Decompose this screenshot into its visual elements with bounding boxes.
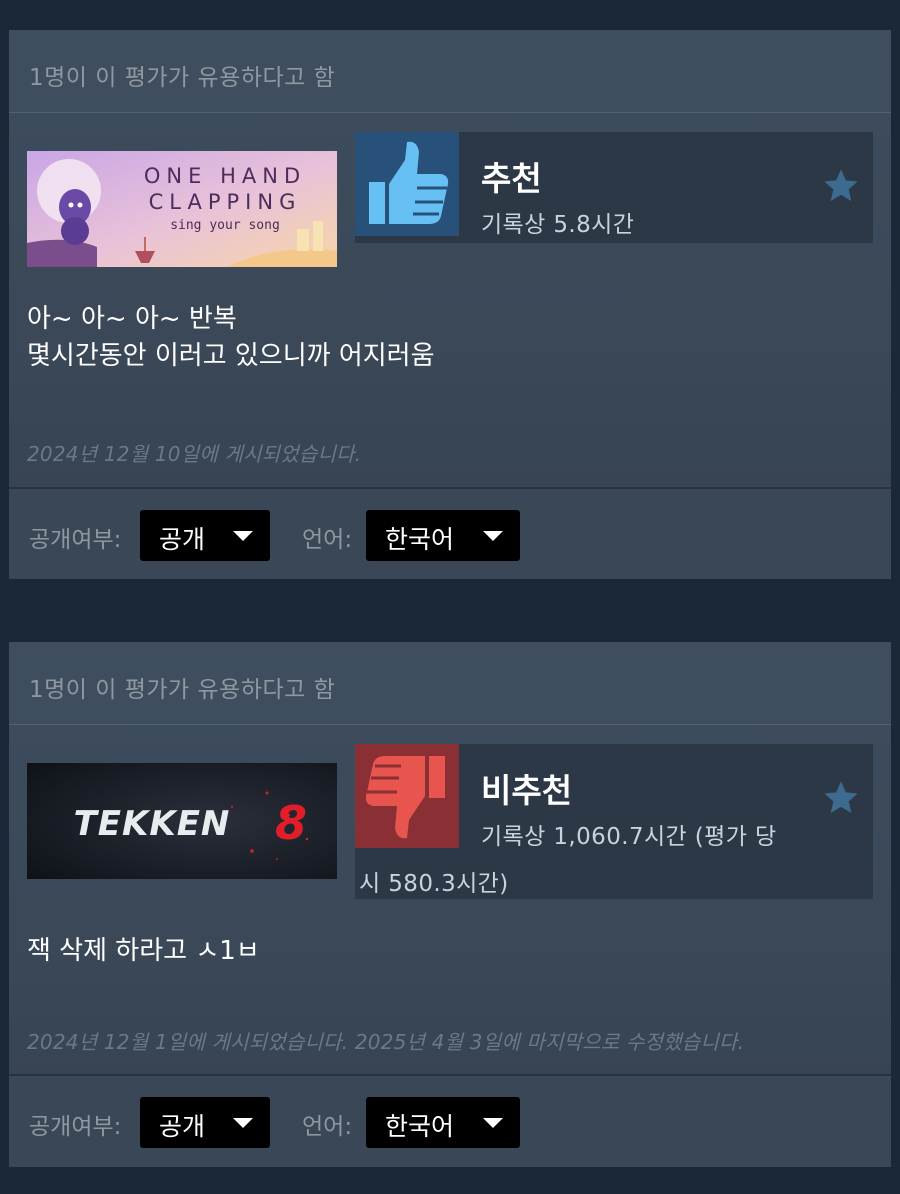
svg-text:ONE HAND: ONE HAND xyxy=(144,164,306,188)
language-dropdown[interactable]: 한국어 xyxy=(366,510,520,561)
chevron-down-icon xyxy=(483,531,503,541)
recommendation-box: 추천 기록상 5.8시간 xyxy=(355,132,873,243)
svg-text:TEKKEN: TEKKEN xyxy=(74,804,231,844)
playtime-text-continued: 시 580.3시간) xyxy=(359,871,509,897)
svg-text:8: 8 xyxy=(275,796,307,850)
review-line: 잭 삭제 하라고 ㅅ1ㅂ xyxy=(27,936,260,966)
visibility-label: 공개여부: xyxy=(29,1114,122,1140)
visibility-value: 공개 xyxy=(159,525,206,554)
helpful-count-text: 1명이 이 평가가 유용하다고 함 xyxy=(29,677,336,703)
language-label: 언어: xyxy=(302,527,353,553)
recommendation-box: 비추천 기록상 1,060.7시간 (평가 당 시 580.3시간) xyxy=(355,744,873,899)
review-line: 몇시간동안 이러고 있으니까 어지러움 xyxy=(27,341,435,371)
review-body: 아~ 아~ 아~ 반복 몇시간동안 이러고 있으니까 어지러움 xyxy=(27,301,435,375)
vote-label: 추천 xyxy=(481,159,542,198)
chevron-down-icon xyxy=(233,1118,253,1128)
helpful-count-bar: 1명이 이 평가가 유용하다고 함 xyxy=(9,642,891,725)
review-body: 잭 삭제 하라고 ㅅ1ㅂ xyxy=(27,933,260,970)
language-value: 한국어 xyxy=(385,1112,455,1141)
svg-text:CLAPPING: CLAPPING xyxy=(149,190,302,214)
review-settings-bar: 공개여부: 공개 언어: 한국어 xyxy=(9,487,891,579)
visibility-dropdown[interactable]: 공개 xyxy=(140,1097,270,1148)
vote-label: 비추천 xyxy=(481,771,573,810)
visibility-label: 공개여부: xyxy=(29,527,122,553)
game-logo-image: ONE HAND CLAPPING sing your song xyxy=(27,151,337,267)
posted-date: 2024년 12월 1일에 게시되었습니다. 2025년 4월 3일에 마지막으… xyxy=(27,1030,745,1054)
posted-date: 2024년 12월 10일에 게시되었습니다. xyxy=(27,442,362,466)
thumbs-up-icon xyxy=(355,132,459,236)
playtime-text: 기록상 1,060.7시간 (평가 당 xyxy=(481,824,777,850)
chevron-down-icon xyxy=(233,531,253,541)
review-line: 아~ 아~ 아~ 반복 xyxy=(27,304,237,334)
game-capsule-tekken-8[interactable]: TEKKEN 8 xyxy=(27,763,337,879)
language-dropdown[interactable]: 한국어 xyxy=(366,1097,520,1148)
language-label: 언어: xyxy=(302,1114,353,1140)
helpful-count-text: 1명이 이 평가가 유용하다고 함 xyxy=(29,65,336,91)
playtime-text: 기록상 5.8시간 xyxy=(481,212,635,238)
star-icon[interactable] xyxy=(821,166,861,206)
review-card: 1명이 이 평가가 유용하다고 함 TEKKEN 8 비추천 기록상 1,060… xyxy=(9,642,891,1167)
review-card: 1명이 이 평가가 유용하다고 함 ONE HAND CLAPPING sing… xyxy=(9,30,891,579)
language-value: 한국어 xyxy=(385,525,455,554)
game-capsule-one-hand-clapping[interactable]: ONE HAND CLAPPING sing your song xyxy=(27,151,337,267)
helpful-count-bar: 1명이 이 평가가 유용하다고 함 xyxy=(9,30,891,113)
review-settings-bar: 공개여부: 공개 언어: 한국어 xyxy=(9,1074,891,1167)
thumbs-down-icon xyxy=(355,744,459,848)
chevron-down-icon xyxy=(483,1118,503,1128)
game-logo-image: TEKKEN 8 xyxy=(27,763,337,879)
visibility-value: 공개 xyxy=(159,1112,206,1141)
visibility-dropdown[interactable]: 공개 xyxy=(140,510,270,561)
svg-text:sing your song: sing your song xyxy=(170,218,280,233)
star-icon[interactable] xyxy=(821,778,861,818)
